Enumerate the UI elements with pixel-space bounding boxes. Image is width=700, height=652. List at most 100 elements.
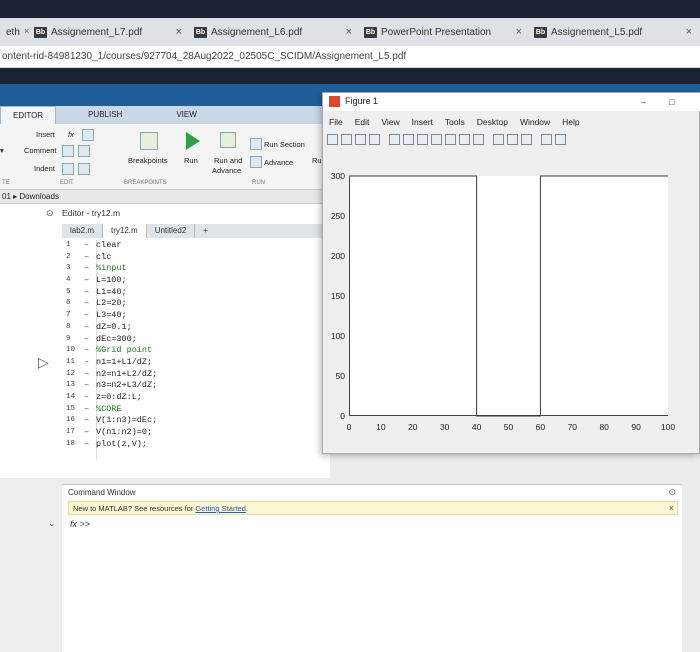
breakpoint-dash[interactable]: – [84,275,96,287]
rotate-icon[interactable] [445,134,456,145]
breakpoint-dash[interactable]: – [84,345,96,357]
run-icon[interactable] [186,132,200,150]
pan-icon[interactable] [431,134,442,145]
run-button[interactable]: Run [184,156,198,165]
panel-options-icon[interactable]: ⊙ [668,487,676,498]
breakpoint-dash[interactable]: – [84,310,96,322]
save-icon[interactable] [355,134,366,145]
close-icon[interactable]: × [516,26,522,38]
editor-tab-try12[interactable]: try12.m [103,224,147,238]
breakpoint-dash[interactable]: – [84,427,96,439]
insert-section-icon[interactable] [82,129,94,141]
code-line[interactable]: 11– n1=1+L1/dZ; [62,357,324,369]
zoom-out-icon[interactable] [417,134,428,145]
panel-options-icon[interactable]: ⊙ [46,208,54,219]
run-section-icon[interactable] [250,138,262,150]
print-icon[interactable] [369,134,380,145]
tab-assignment-l7[interactable]: Bb Assignement_L7.pdf × [28,20,188,44]
advance-button[interactable]: Advance [264,158,293,167]
close-icon[interactable]: × [176,26,182,38]
address-bar[interactable]: ontent-rid-84981230_1/courses/927704_28A… [0,46,700,68]
hide-tools-icon[interactable] [541,134,552,145]
indent-button[interactable]: Indent [34,164,55,173]
editor-tab-lab2[interactable]: lab2.m [62,224,104,238]
code-line[interactable]: 7 – L3=40; [62,310,324,322]
data-cursor-icon[interactable] [459,134,470,145]
breakpoint-dash[interactable]: – [84,380,96,392]
menu-file[interactable]: File [329,117,343,131]
maximize-button[interactable]: □ [669,97,674,107]
new-figure-icon[interactable] [327,134,338,145]
code-line[interactable]: 9 – dEc=300; [62,334,324,346]
code-line[interactable]: 14– z=0:dZ:L; [62,392,324,404]
breakpoint-dash[interactable]: – [84,404,96,416]
breakpoint-dash[interactable]: – [84,322,96,334]
pointer-icon[interactable] [389,134,400,145]
breakpoints-icon[interactable] [140,132,158,150]
breakpoint-dash[interactable]: – [84,252,96,264]
code-line[interactable]: 16– V(1:n3)=dEc; [62,415,324,427]
menu-desktop[interactable]: Desktop [477,117,508,131]
code-line[interactable]: 6 – L2=20; [62,298,324,310]
code-line[interactable]: 8 – dZ=0.1; [62,322,324,334]
close-icon[interactable]: × [686,26,692,38]
breakpoint-dash[interactable]: – [84,415,96,427]
code-line[interactable]: 10– %Grid point [62,345,324,357]
menu-insert[interactable]: Insert [412,117,433,131]
tab-view[interactable]: VIEW [164,106,208,124]
zoom-in-icon[interactable] [403,134,414,145]
colorbar-icon[interactable] [507,134,518,145]
getting-started-link[interactable]: Getting Started [195,504,245,513]
close-banner-icon[interactable]: × [669,503,674,513]
link-icon[interactable] [493,134,504,145]
breakpoint-dash[interactable]: – [84,287,96,299]
uncomment-icon[interactable] [78,145,90,157]
breakpoint-dash[interactable]: – [84,392,96,404]
run-and-time-button[interactable]: Ru [312,156,322,165]
legend-icon[interactable] [521,134,532,145]
code-line[interactable]: 3 – %input [62,263,324,275]
code-line[interactable]: 18– plot(z,V); [62,439,324,451]
menu-view[interactable]: View [381,117,399,131]
code-line[interactable]: 17– V(n1:n2)=0; [62,427,324,439]
breakpoint-dash[interactable]: – [84,439,96,451]
tab-powerpoint[interactable]: Bb PowerPoint Presentation × [358,20,528,44]
run-and-advance-label-2[interactable]: Advance [212,166,241,175]
code-line[interactable]: 4 – L=100; [62,275,324,287]
comment-dropdown-arrow[interactable]: ▾ [0,146,4,155]
command-prompt[interactable]: fx >> [70,519,90,529]
command-window[interactable]: Command Window New to MATLAB? See resour… [62,484,682,652]
breakpoint-dash[interactable]: – [84,263,96,275]
tab-editor[interactable]: EDITOR [0,106,57,124]
fx-button[interactable]: fx [68,130,74,139]
code-area[interactable]: 1– clear 2– clc 3– %input 4– L=100; 5– L1=40; 6– L2… [62,240,324,450]
breakpoints-button[interactable]: Breakpoints [128,156,168,165]
breakpoint-dash[interactable]: – [84,240,96,252]
show-tools-icon[interactable] [555,134,566,145]
run-and-advance-label-1[interactable]: Run and [214,156,242,165]
menu-tools[interactable]: Tools [445,117,465,131]
outdent-icon[interactable] [78,163,90,175]
tab-assignment-l5[interactable]: Bb Assignement_L5.pdf × [528,20,698,44]
code-line[interactable]: 2 – clc [62,252,324,264]
new-tab-button[interactable]: + [195,224,216,238]
minimize-button[interactable]: – [641,97,646,107]
editor-tab-untitled2[interactable]: Untitled2 [147,224,196,238]
tab-publish[interactable]: PUBLISH [76,106,134,124]
menu-edit[interactable]: Edit [355,117,370,131]
advance-icon[interactable] [250,156,262,168]
run-section-button[interactable]: Run Section [264,140,305,149]
comment-button[interactable]: Comment [24,146,57,155]
code-line[interactable]: 15– %CORE [62,404,324,416]
breakpoint-dash[interactable]: – [84,334,96,346]
current-folder-path[interactable]: 01 ▸ Downloads [0,190,330,204]
menu-help[interactable]: Help [562,117,579,131]
menu-window[interactable]: Window [520,117,550,131]
run-advance-icon[interactable] [220,132,236,148]
breakpoint-dash[interactable]: – [84,369,96,381]
code-line[interactable]: 12– n2=n1+L2/dZ; [62,369,324,381]
code-line[interactable]: 13– n3=n2+L3/dZ; [62,380,324,392]
insert-button[interactable]: Insert [36,130,55,139]
breakpoint-dash[interactable]: – [84,357,96,369]
brush-icon[interactable] [473,134,484,145]
